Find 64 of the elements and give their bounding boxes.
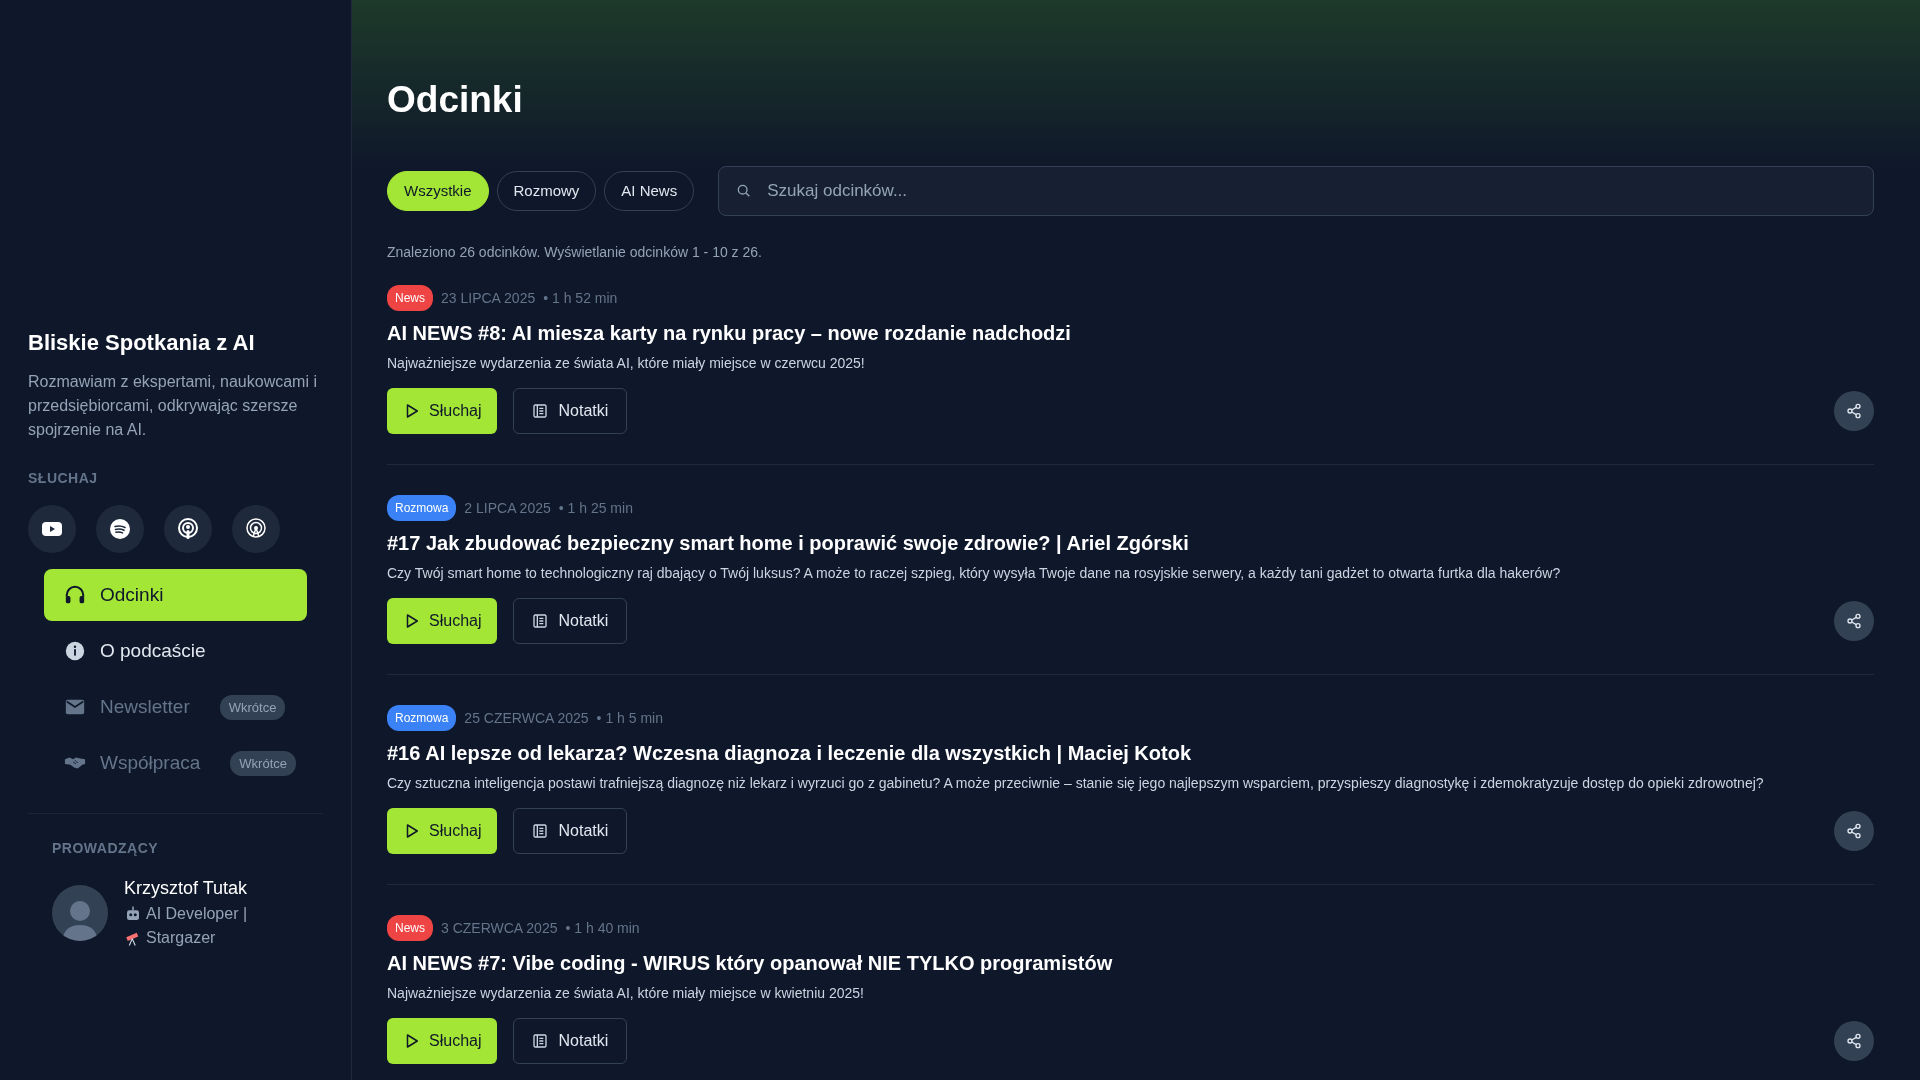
- notes-button[interactable]: Notatki: [513, 1018, 628, 1065]
- notes-button[interactable]: Notatki: [513, 808, 628, 855]
- podcast-title: Bliskie Spotkania z AI: [28, 330, 256, 357]
- share-icon: [1846, 613, 1862, 630]
- episode-date: 23 LIPCA 2025: [441, 288, 536, 308]
- episode-duration: • 1 h 5 min: [596, 708, 663, 728]
- search-field[interactable]: Szukaj odcinków...: [718, 166, 1874, 217]
- section-label: SŁUCHAJ: [28, 469, 99, 489]
- notes-icon: [532, 1033, 549, 1050]
- nav-link[interactable]: Odcinki: [44, 569, 307, 622]
- results-summary: Znaleziono 26 odcinków. Wyświetlanie odcinków 1 - 10 z 26.: [387, 243, 763, 263]
- coming-soon-badge: Wkrótce: [219, 694, 286, 721]
- episode-duration: • 1 h 40 min: [565, 918, 640, 938]
- episode-title: #17 Jak zbudować bezpieczny smart home i poprawić swoje zdrowie? | Ariel Zgórski: [387, 531, 1190, 556]
- notes-button[interactable]: Notatki: [513, 598, 628, 645]
- share-button[interactable]: [1834, 601, 1874, 642]
- episode-date: 25 CZERWCA 2025: [464, 708, 589, 728]
- notes-button[interactable]: Notatki: [513, 388, 628, 435]
- episode-description: Najważniejsze wydarzenia ze świata AI, które miały miejsce w czerwcu 2025!: [387, 354, 866, 374]
- notes-icon: [532, 823, 549, 840]
- share-button[interactable]: [1834, 391, 1874, 432]
- podcast-description: Rozmawiam z ekspertami, naukowcami i przedsiębiorcami, odkrywając szersze spojrzenie na AI.: [28, 372, 318, 441]
- info-icon: [64, 640, 86, 663]
- listen-button[interactable]: Słuchaj: [387, 808, 498, 855]
- share-icon: [1846, 1033, 1862, 1050]
- notes-icon: [532, 613, 549, 630]
- share-icon: [1846, 403, 1862, 420]
- filter-tab[interactable]: Rozmowy: [496, 171, 597, 212]
- episode-title: AI NEWS #8: AI miesza karty na rynku pracy – nowe rozdanie nadchodzi: [387, 321, 1072, 346]
- episode-date: 2 LIPCA 2025: [464, 498, 551, 518]
- page-title: Odcinki: [387, 78, 524, 122]
- host-bio: Stargazer: [146, 928, 216, 949]
- episode-duration: • 1 h 25 min: [558, 498, 633, 518]
- category-tag: Rozmowa: [387, 495, 457, 522]
- nav-link[interactable]: O podcaście: [44, 625, 307, 678]
- host-name: Krzysztof Tutak: [124, 877, 248, 901]
- platform-link[interactable]: [164, 505, 212, 554]
- filter-tab[interactable]: AI News: [604, 171, 695, 212]
- host-bio: AI Developer |: [146, 904, 248, 925]
- podcast-icon: [176, 517, 200, 542]
- episode-description: Czy Twój smart home to technologiczny raj dbający o Twój luksus? A może to raczej szpieg, który wysyła Twoje dane na rosyjskie serwery, a każdy tani gadżet to otwarta furtka dla hakerów?: [387, 564, 1562, 584]
- category-tag: Rozmowa: [387, 705, 457, 732]
- filter-tab[interactable]: Wszystkie: [387, 171, 489, 212]
- sound-waves-icon: [108, 517, 132, 542]
- share-button[interactable]: [1834, 811, 1874, 852]
- coming-soon-badge: Wkrótce: [230, 750, 296, 777]
- notes-icon: [532, 403, 549, 420]
- platform-link[interactable]: [232, 505, 280, 554]
- episode-date: 3 CZERWCA 2025: [441, 918, 558, 938]
- category-tag: News: [387, 915, 433, 942]
- episode-duration: • 1 h 52 min: [543, 288, 618, 308]
- episode-description: Najważniejsze wydarzenia ze świata AI, które miały miejsce w kwietniu 2025!: [387, 984, 865, 1004]
- platform-link[interactable]: [96, 505, 144, 554]
- share-icon: [1846, 823, 1862, 840]
- listen-button[interactable]: Słuchaj: [387, 598, 498, 645]
- category-tag: News: [387, 285, 433, 312]
- episode-title: AI NEWS #7: Vibe coding - WIRUS który opanował NIE TYLKO programistów: [387, 951, 1114, 976]
- platform-link[interactable]: [28, 505, 76, 554]
- episode-description: Czy sztuczna inteligencja postawi trafniejszą diagnozę niż lekarz i wyrzuci go z gabinetu? A może przeciwnie – stanie się jego najlepszym wsparciem, przyspieszy diagnostykę i zdemokratyzuje dostęp do opieki zdrowotnej?: [387, 774, 1765, 794]
- episode-title: #16 AI lepsze od lekarza? Wczesna diagnoza i leczenie dla wszystkich | Maciej Kotok: [387, 741, 1193, 766]
- share-button[interactable]: [1834, 1021, 1874, 1062]
- listen-button[interactable]: Słuchaj: [387, 388, 498, 435]
- listen-button[interactable]: Słuchaj: [387, 1018, 498, 1065]
- section-label: PROWADZĄCY: [52, 839, 160, 859]
